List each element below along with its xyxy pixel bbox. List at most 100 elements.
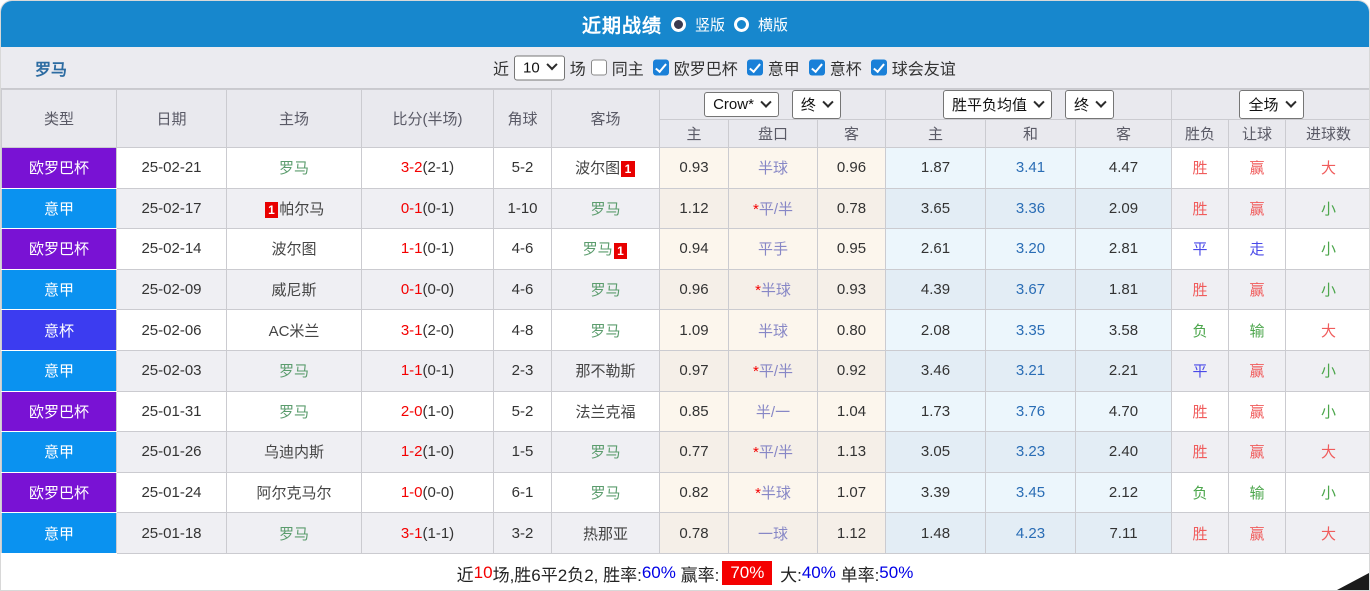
odds-home: 1.09 xyxy=(659,309,729,351)
home-team: 罗马 xyxy=(226,147,362,189)
league-checkbox-europa[interactable] xyxy=(652,59,669,76)
same-home-checkbox[interactable] xyxy=(590,59,607,76)
avg-draw: 3.45 xyxy=(985,471,1076,514)
result-outcome: 胜 xyxy=(1171,512,1229,554)
league-badge: 欧罗巴杯 xyxy=(1,228,117,270)
avg-type-select[interactable]: 胜平负均值 xyxy=(942,90,1052,119)
avg-home: 3.39 xyxy=(885,471,986,514)
league-badge: 欧罗巴杯 xyxy=(1,390,117,433)
odds-away: 0.92 xyxy=(817,349,886,392)
result-handicap: 赢 xyxy=(1228,512,1286,554)
vertical-layout-label[interactable]: 竖版 xyxy=(695,14,725,35)
league-label-friendly: 球会友谊 xyxy=(891,61,956,79)
handicap-line: *平/半 xyxy=(728,431,818,473)
chevron-down-icon xyxy=(822,96,834,108)
match-date: 25-02-06 xyxy=(116,309,227,351)
match-date: 25-02-14 xyxy=(116,228,227,270)
league-badge: 意杯 xyxy=(1,309,117,351)
match-row: 欧罗巴杯 25-01-31 罗马 2-0(1-0) 5-2 法兰克福 0.85 … xyxy=(1,390,1369,433)
summary-segment: 10 xyxy=(473,563,493,583)
odds-away: 0.80 xyxy=(817,309,886,351)
bookmaker-select[interactable]: Crow* xyxy=(704,92,779,117)
result-outcome: 胜 xyxy=(1171,268,1229,311)
avg-draw: 3.67 xyxy=(985,268,1076,311)
odds-home: 0.97 xyxy=(659,349,729,392)
league-checkbox-seriea[interactable] xyxy=(746,59,763,76)
odds-away: 1.07 xyxy=(817,471,886,514)
league-checkbox-coppa[interactable] xyxy=(808,59,825,76)
avg-away: 2.12 xyxy=(1075,471,1172,514)
avg-draw: 3.35 xyxy=(985,309,1076,351)
away-team: 罗马 xyxy=(551,268,660,311)
handicap-line: *半球 xyxy=(728,268,818,311)
odds-away: 0.95 xyxy=(817,228,886,270)
match-row: 意甲 25-02-09 威尼斯 0-1(0-0) 4-6 罗马 0.96 *半球… xyxy=(1,268,1369,311)
league-checkbox-friendly[interactable] xyxy=(870,59,887,76)
corners-score: 1-10 xyxy=(493,187,552,230)
col-header-away: 客场 xyxy=(551,89,660,148)
match-date: 25-01-31 xyxy=(116,390,227,433)
handicap-line: 半球 xyxy=(728,309,818,351)
result-goals: 小 xyxy=(1285,349,1369,392)
avg-period-select[interactable]: 终 xyxy=(1065,90,1115,119)
handicap-line: 平手 xyxy=(728,228,818,270)
result-handicap: 赢 xyxy=(1228,187,1286,230)
league-badge: 欧罗巴杯 xyxy=(1,147,117,189)
col-header-score: 比分(半场) xyxy=(361,89,494,148)
avg-draw: 3.21 xyxy=(985,349,1076,392)
same-home-label: 同主 xyxy=(611,61,644,79)
odds-home: 0.82 xyxy=(659,471,729,514)
match-score: 1-2(1-0) xyxy=(361,431,494,473)
handicap-line: 半/一 xyxy=(728,390,818,433)
col-header-corners: 角球 xyxy=(493,89,552,148)
match-scope-select[interactable]: 全场 xyxy=(1239,90,1304,119)
avg-home: 3.46 xyxy=(885,349,986,392)
match-score: 1-1(0-1) xyxy=(361,228,494,270)
col-header-avg-home: 主 xyxy=(885,119,986,148)
match-row: 欧罗巴杯 25-02-21 罗马 3-2(2-1) 5-2 波尔图 1 0.93 … xyxy=(1,147,1369,189)
col-header-date: 日期 xyxy=(116,89,227,148)
corners-score: 4-6 xyxy=(493,268,552,311)
result-outcome: 负 xyxy=(1171,471,1229,514)
corners-score: 5-2 xyxy=(493,390,552,433)
result-handicap: 赢 xyxy=(1228,431,1286,473)
away-team: 罗马 xyxy=(551,431,660,473)
avg-home: 1.73 xyxy=(885,390,986,433)
match-row: 意甲 25-01-26 乌迪内斯 1-2(1-0) 1-5 罗马 0.77 *平… xyxy=(1,431,1369,473)
odds-home: 0.78 xyxy=(659,512,729,554)
col-header-odds-away: 客 xyxy=(817,119,886,148)
league-badge: 意甲 xyxy=(1,512,117,554)
chevron-down-icon xyxy=(546,59,558,71)
summary-segment: 近 xyxy=(456,565,474,585)
vertical-layout-radio[interactable] xyxy=(670,16,686,32)
panel-title: 近期战绩 xyxy=(581,15,662,37)
match-date: 25-01-18 xyxy=(116,512,227,554)
result-handicap: 赢 xyxy=(1228,349,1286,392)
away-team: 罗马 xyxy=(551,471,660,514)
recent-results-panel: 近期战绩 竖版 横版 罗马 近 10 场 同主 欧罗巴杯 意甲 意杯 球会友谊 xyxy=(0,0,1370,591)
avg-draw: 3.41 xyxy=(985,147,1076,189)
match-score: 1-0(0-0) xyxy=(361,471,494,514)
league-badge: 意甲 xyxy=(1,431,117,473)
summary-segment: 赢率: xyxy=(675,565,720,585)
horizontal-layout-label[interactable]: 横版 xyxy=(758,14,788,35)
league-badge: 意甲 xyxy=(1,187,117,230)
chevron-down-icon xyxy=(760,96,772,108)
match-date: 25-02-09 xyxy=(116,268,227,311)
match-date: 25-02-21 xyxy=(116,147,227,189)
corners-score: 2-3 xyxy=(493,349,552,392)
col-header-home: 主场 xyxy=(226,89,362,148)
horizontal-layout-radio[interactable] xyxy=(734,16,749,32)
filter-bar: 罗马 近 10 场 同主 欧罗巴杯 意甲 意杯 球会友谊 xyxy=(1,47,1369,89)
match-count-select[interactable]: 10 xyxy=(514,55,565,80)
match-row: 意杯 25-02-06 AC米兰 3-1(2-0) 4-8 罗马 1.09 半球… xyxy=(1,309,1369,351)
result-goals: 大 xyxy=(1285,512,1369,554)
match-count-value: 10 xyxy=(523,59,540,76)
odds-period-select[interactable]: 终 xyxy=(791,90,841,119)
col-header-type: 类型 xyxy=(1,89,117,148)
avg-away: 7.11 xyxy=(1075,512,1172,554)
chevron-down-icon xyxy=(1033,96,1045,108)
red-number-badge: 1 xyxy=(264,201,279,218)
result-handicap: 输 xyxy=(1228,309,1286,351)
avg-away: 2.09 xyxy=(1075,187,1172,230)
